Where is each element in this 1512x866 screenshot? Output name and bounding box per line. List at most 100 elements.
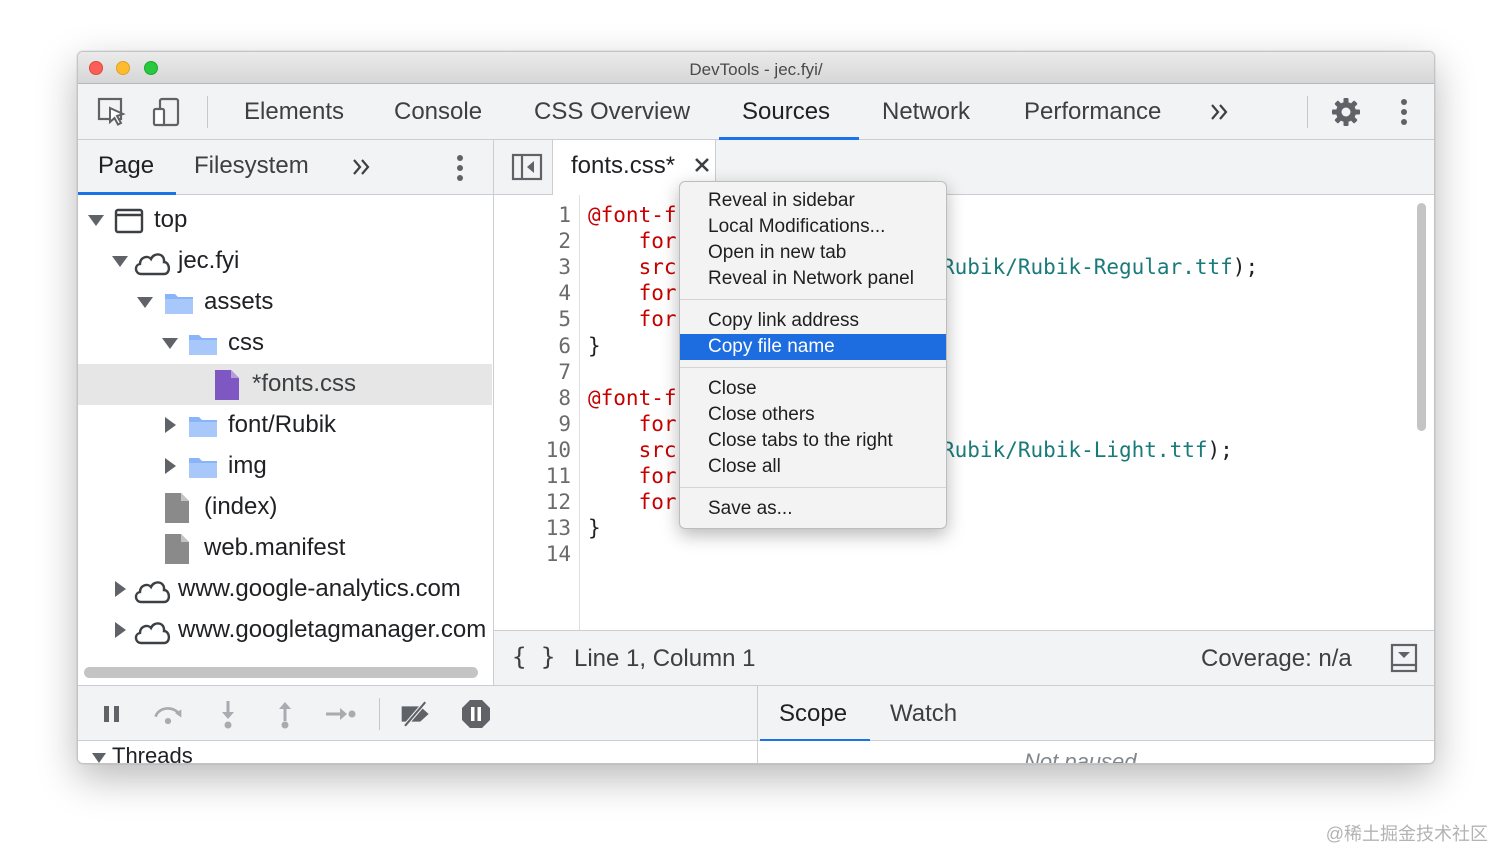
device-toggle-icon[interactable] [150, 96, 182, 128]
vertical-scrollbar[interactable] [1417, 203, 1426, 431]
tree-item-web-manifest[interactable]: web.manifest [78, 528, 492, 569]
editor-tab-label: fonts.css* [571, 152, 676, 179]
tree-item-assets[interactable]: assets [78, 282, 492, 323]
main-toolbar: Elements Console CSS Overview Sources Ne… [78, 84, 1434, 140]
tree-label: assets [204, 288, 274, 315]
horizontal-scrollbar[interactable] [84, 667, 478, 678]
step-into-icon[interactable] [212, 698, 244, 730]
step-over-icon[interactable] [152, 698, 184, 730]
chevron-double-right-icon[interactable] [1204, 96, 1236, 128]
menu-item-reveal-in-network-panel[interactable]: Reveal in Network panel [680, 266, 946, 292]
expand-arrow-icon[interactable] [137, 297, 153, 308]
step-out-icon[interactable] [269, 698, 301, 730]
tab-network[interactable]: Network [882, 84, 970, 140]
tree-item-font-rubik[interactable]: font/Rubik [78, 405, 492, 446]
tab-performance[interactable]: Performance [1024, 84, 1161, 140]
tree-item-css[interactable]: css [78, 323, 492, 364]
line-number[interactable]: 8 [531, 386, 571, 410]
tree-item-googletagmanager[interactable]: www.googletagmanager.com [78, 610, 492, 651]
code-editor[interactable]: 1 2 3 4 5 6 7 8 9 10 11 12 13 14 @font-f for src for … [494, 195, 1434, 630]
line-number[interactable]: 7 [531, 360, 571, 384]
tab-sources[interactable]: Sources [742, 84, 830, 140]
menu-item-open-in-new-tab[interactable]: Open in new tab [680, 240, 946, 266]
code-string: Rubik/Rubik-Regular.ttf [942, 255, 1233, 279]
line-number[interactable]: 12 [531, 490, 571, 514]
menu-item-close-all[interactable]: Close all [680, 454, 946, 480]
debugger-toolbar [78, 685, 758, 741]
close-icon[interactable] [693, 156, 711, 179]
chevron-double-right-icon[interactable] [350, 155, 374, 184]
menu-item-close-others[interactable]: Close others [680, 402, 946, 428]
collapsed-arrow-icon[interactable] [165, 417, 176, 433]
menu-item-close[interactable]: Close [680, 376, 946, 402]
tree-item-google-analytics[interactable]: www.google-analytics.com [78, 569, 492, 610]
pause-icon[interactable] [96, 698, 128, 730]
menu-item-reveal-in-sidebar[interactable]: Reveal in sidebar [680, 188, 946, 214]
menu-item-local-modifications[interactable]: Local Modifications... [680, 214, 946, 240]
collapsed-arrow-icon[interactable] [115, 581, 126, 597]
code-line: for [588, 490, 677, 514]
tree-label: www.google-analytics.com [178, 575, 461, 602]
editor-status-bar: { } Line 1, Column 1 Coverage: n/a [494, 630, 1434, 685]
line-number[interactable]: 1 [531, 203, 571, 227]
code-keyword: @font-f [588, 203, 677, 227]
window-title: DevTools - jec.fyi/ [689, 60, 823, 79]
kebab-menu-icon[interactable] [1388, 96, 1420, 128]
collapsed-arrow-icon[interactable] [165, 458, 176, 474]
line-number[interactable]: 5 [531, 307, 571, 331]
menu-item-copy-file-name[interactable]: Copy file name [680, 334, 946, 360]
cloud-icon [132, 578, 172, 611]
gear-icon[interactable] [1330, 96, 1362, 128]
tab-scope[interactable]: Scope [779, 686, 847, 742]
toggle-navigator-icon[interactable] [511, 153, 543, 186]
pretty-print-icon[interactable]: { } [512, 643, 555, 671]
tree-label: img [228, 452, 267, 479]
tree-label: top [154, 206, 188, 233]
line-number[interactable]: 9 [531, 412, 571, 436]
code-line: for [588, 281, 677, 305]
code-line: } [588, 516, 601, 540]
navigator-tabs: Page Filesystem [78, 140, 493, 195]
menu-item-copy-link-address[interactable]: Copy link address [680, 308, 946, 334]
tree-item-top[interactable]: top [78, 200, 492, 241]
expand-arrow-icon[interactable] [88, 215, 104, 226]
line-number[interactable]: 4 [531, 281, 571, 305]
tree-item-index[interactable]: (index) [78, 487, 492, 528]
cursor-position: Line 1, Column 1 [574, 645, 756, 672]
kebab-menu-icon[interactable] [456, 153, 464, 188]
menu-item-save-as[interactable]: Save as... [680, 496, 946, 522]
frame-icon [114, 208, 144, 241]
line-number[interactable]: 13 [531, 516, 571, 540]
tab-console[interactable]: Console [394, 84, 482, 140]
tree-item-img[interactable]: img [78, 446, 492, 487]
expand-arrow-icon[interactable] [112, 256, 128, 267]
line-number[interactable]: 10 [531, 438, 571, 462]
tree-item-fonts-css[interactable]: *fonts.css [78, 364, 492, 405]
line-number[interactable]: 2 [531, 229, 571, 253]
step-icon[interactable] [324, 698, 356, 730]
tab-filesystem[interactable]: Filesystem [194, 140, 309, 195]
folder-icon [164, 291, 194, 322]
tab-css-overview[interactable]: CSS Overview [534, 84, 690, 140]
threads-section[interactable]: Threads [78, 741, 758, 763]
tab-elements[interactable]: Elements [244, 84, 344, 140]
file-icon [164, 492, 190, 531]
tab-page[interactable]: Page [98, 140, 154, 195]
expand-arrow-icon[interactable] [92, 753, 106, 763]
tab-watch[interactable]: Watch [890, 686, 957, 742]
line-number[interactable]: 6 [531, 334, 571, 358]
code-keyword: for [588, 281, 677, 306]
pause-on-exceptions-icon[interactable] [460, 698, 492, 730]
tree-item-jec-fyi[interactable]: jec.fyi [78, 241, 492, 282]
drawer-toggle-icon[interactable] [1390, 643, 1418, 680]
line-number[interactable]: 3 [531, 255, 571, 279]
expand-arrow-icon[interactable] [162, 338, 178, 349]
collapsed-arrow-icon[interactable] [115, 622, 126, 638]
code-keyword: for [588, 464, 677, 488]
line-number[interactable]: 11 [531, 464, 571, 488]
tree-label: (index) [204, 493, 278, 520]
menu-item-close-tabs-to-the-right[interactable]: Close tabs to the right [680, 428, 946, 454]
inspect-element-icon[interactable] [96, 96, 128, 128]
line-number[interactable]: 14 [531, 542, 571, 566]
deactivate-breakpoints-icon[interactable] [400, 698, 432, 730]
